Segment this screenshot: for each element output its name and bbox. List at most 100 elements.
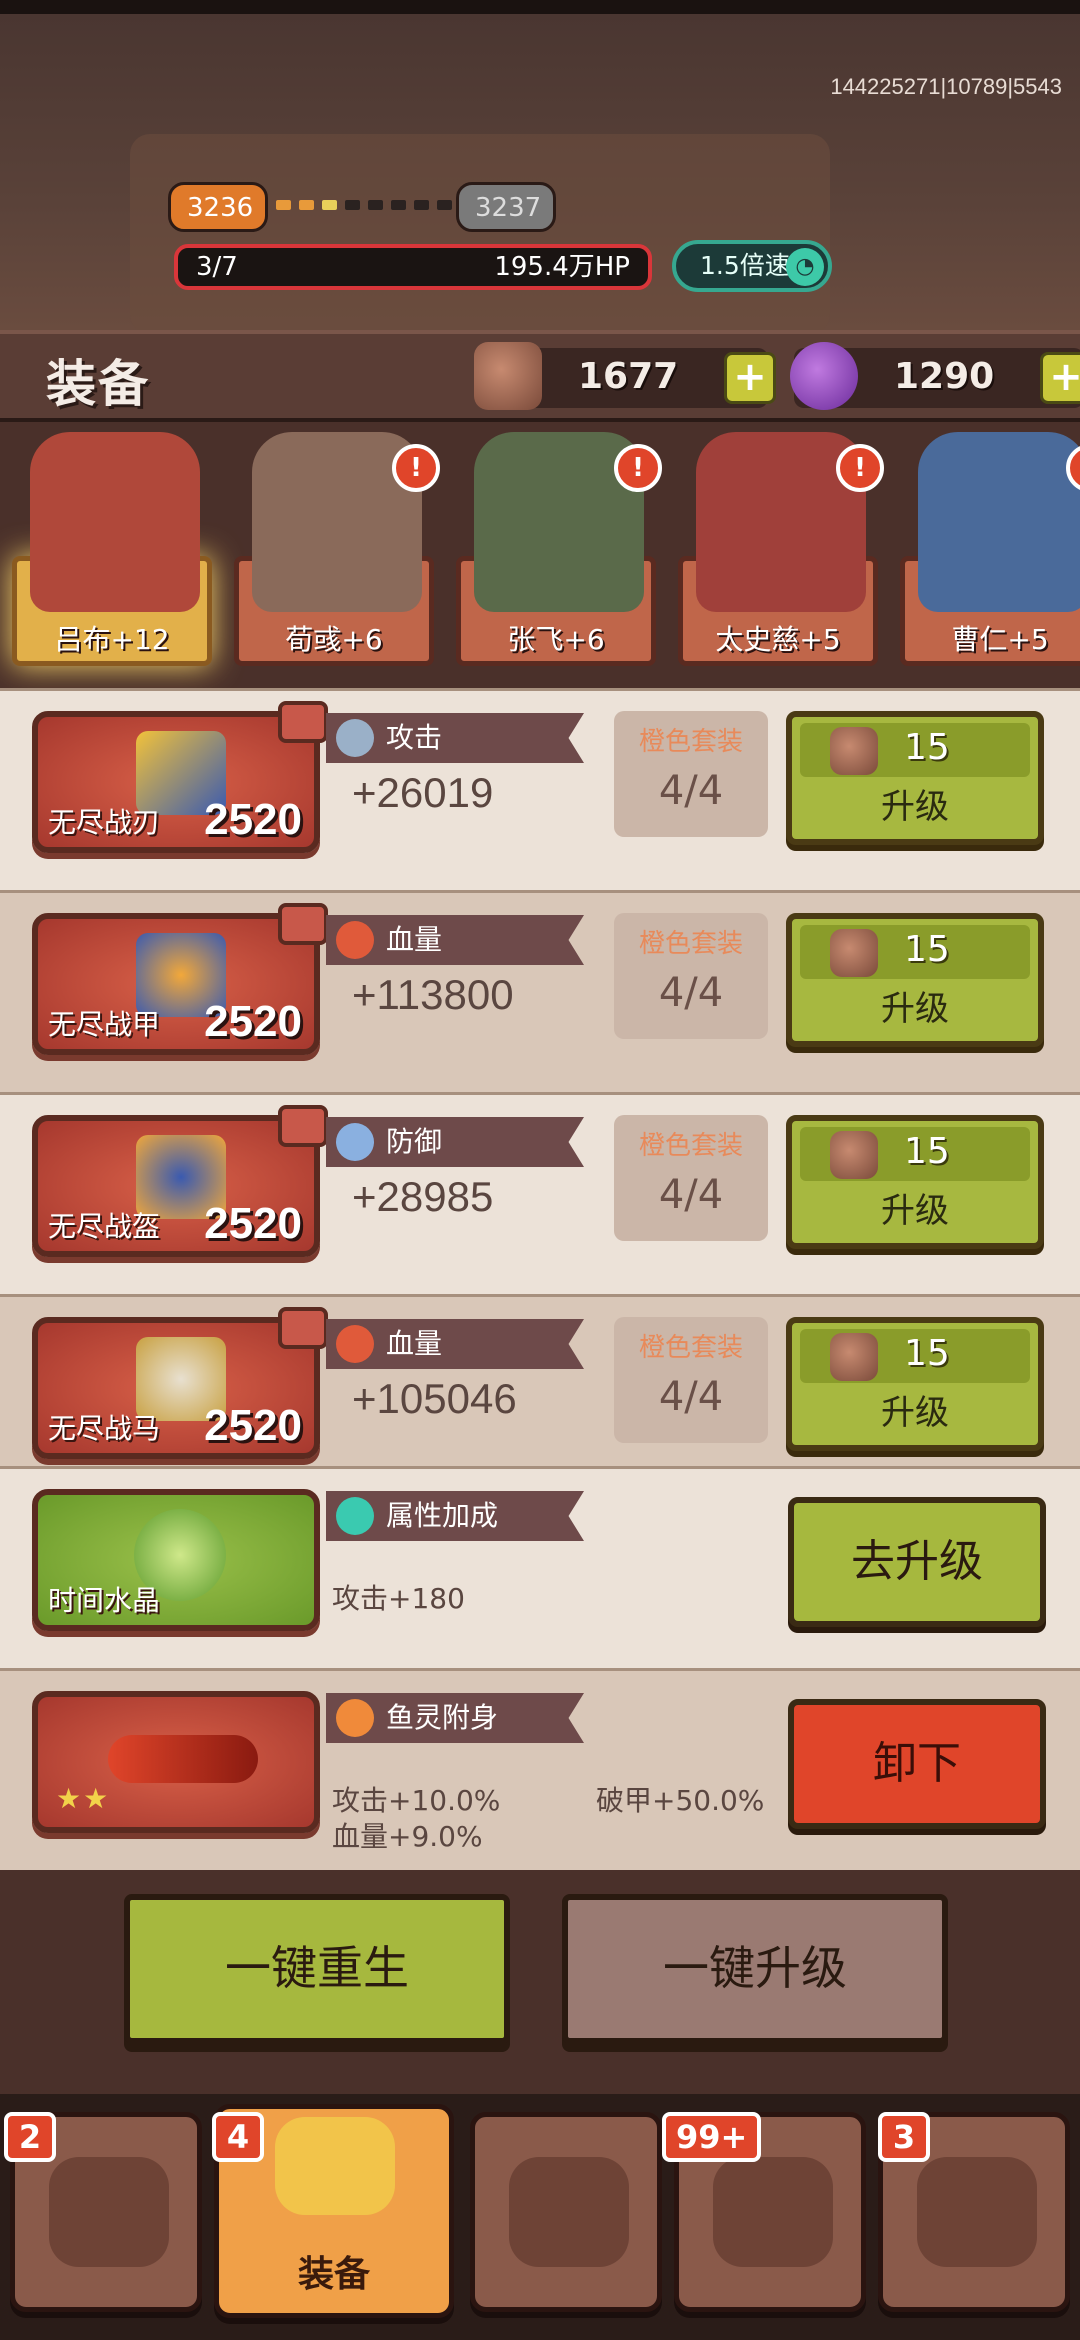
scene-backdrop	[130, 134, 830, 334]
upgrade-button[interactable]: 15 升级	[786, 1115, 1044, 1249]
fish-attack-bonus: 攻击+10.0%	[332, 1784, 501, 1817]
stat-label: 攻击	[386, 721, 443, 754]
chest-icon	[713, 2157, 833, 2267]
item-level: 2520	[204, 1199, 302, 1248]
debug-readout: 144225271|10789|5543	[830, 74, 1062, 99]
alert-icon: !	[392, 444, 440, 492]
item-name: 无尽战甲	[48, 1008, 161, 1041]
alert-icon: !	[836, 444, 884, 492]
crystal-card[interactable]: 时间水晶	[32, 1489, 320, 1631]
unequip-button[interactable]: 卸下	[788, 1699, 1046, 1829]
item-card[interactable]: 无尽战甲 2520	[32, 903, 328, 1055]
attack-icon	[336, 719, 374, 757]
add-gem-button[interactable]: +	[1040, 352, 1080, 404]
next-wave: 3237	[456, 182, 556, 232]
hero-portrait	[918, 432, 1080, 612]
speed-gauge-icon: ◔	[786, 248, 824, 286]
fish-spirit-icon	[336, 1699, 374, 1737]
rebirth-all-button[interactable]: 一键重生	[124, 1894, 510, 2044]
stone-icon	[830, 1131, 878, 1179]
tab-badge: 4	[212, 2112, 264, 2162]
hero-card-zhangfei[interactable]: 张飞+6 !	[456, 422, 662, 680]
hero-portrait	[30, 432, 200, 612]
gem-resource: 1290 +	[790, 342, 1080, 410]
upgrade-cost: 15	[904, 1131, 950, 1172]
set-info: 橙色套装 4/4	[614, 913, 768, 1039]
stone-resource: 1677 +	[474, 342, 776, 410]
stat-tag: 血量	[326, 915, 584, 965]
hp-drop-icon	[336, 1325, 374, 1363]
gem-count: 1290	[894, 356, 995, 397]
current-wave: 3236	[168, 182, 268, 232]
fish-pierce-bonus: 破甲+50.0%	[596, 1784, 765, 1817]
armor-icon	[275, 2117, 395, 2215]
hero-name: 荀彧+6	[285, 623, 383, 656]
hero-name: 曹仁+5	[951, 623, 1049, 656]
upgrade-cost: 15	[904, 929, 950, 970]
hero-name: 张飞+6	[507, 623, 605, 656]
speed-toggle[interactable]: 1.5倍速 ◔	[672, 240, 832, 292]
item-name: 无尽战盔	[48, 1210, 161, 1243]
item-card[interactable]: 无尽战盔 2520	[32, 1105, 328, 1257]
hero-card-lubu[interactable]: 吕布+12	[12, 422, 212, 680]
item-card[interactable]: 无尽战刃 2520	[32, 701, 328, 853]
tab-badge: 2	[4, 2112, 56, 2162]
set-label: 橙色套装	[638, 929, 743, 959]
item-level: 2520	[204, 795, 302, 844]
stat-tag: 鱼灵附身	[326, 1693, 584, 1743]
stat-tag: 防御	[326, 1117, 584, 1167]
alert-icon: !	[614, 444, 662, 492]
stat-tag: 攻击	[326, 713, 584, 763]
stone-icon	[830, 727, 878, 775]
tab-badge: 99+	[662, 2112, 762, 2162]
fish-row: ★★ 鱼灵附身 攻击+10.0% 血量+9.0% 破甲+50.0% 卸下	[0, 1668, 1080, 1870]
upgrade-label: 升级	[881, 989, 949, 1029]
page-title: 装备	[46, 355, 150, 413]
hero-card-caoren[interactable]: 曹仁+5 !	[900, 422, 1080, 680]
crystal-icon	[336, 1497, 374, 1535]
add-stone-button[interactable]: +	[724, 352, 776, 404]
hp-drop-icon	[336, 921, 374, 959]
armor-badge-icon	[278, 1307, 328, 1349]
upgrade-button[interactable]: 15 升级	[786, 711, 1044, 845]
wave-progress	[276, 200, 452, 212]
tab-badge: 3	[878, 2112, 930, 2162]
upgrade-button[interactable]: 15 升级	[786, 913, 1044, 1047]
set-info: 橙色套装 4/4	[614, 711, 768, 837]
stat-label: 鱼灵附身	[386, 1701, 499, 1734]
tab-forge[interactable]	[470, 2112, 662, 2312]
stat-value: +113800	[352, 971, 514, 1018]
armor-badge-icon	[278, 903, 328, 945]
set-count: 4/4	[658, 970, 724, 1016]
crystal-name: 时间水晶	[48, 1584, 161, 1617]
upgrade-all-button[interactable]: 一键升级	[562, 1894, 948, 2044]
set-count: 4/4	[658, 1172, 724, 1218]
item-card[interactable]: 无尽战马 2520	[32, 1307, 328, 1459]
stat-label: 防御	[386, 1125, 443, 1158]
item-level: 2520	[204, 997, 302, 1046]
hero-card-xunyu[interactable]: 荀彧+6 !	[234, 422, 440, 680]
fish-card[interactable]: ★★	[32, 1691, 320, 1833]
star-rating-icon: ★★	[56, 1782, 111, 1815]
item-level: 2520	[204, 1401, 302, 1450]
go-upgrade-button[interactable]: 去升级	[788, 1497, 1046, 1627]
crystal-row: 时间水晶 属性加成 攻击+180 去升级	[0, 1466, 1080, 1668]
stat-tag: 血量	[326, 1319, 584, 1369]
speed-label: 1.5倍速	[700, 251, 790, 280]
item-name: 无尽战马	[48, 1412, 161, 1445]
rock-icon	[49, 2157, 169, 2267]
hero-card-taishici[interactable]: 太史慈+5 !	[678, 422, 884, 680]
upgrade-label: 升级	[881, 1191, 949, 1231]
upgrade-label: 升级	[881, 1393, 949, 1433]
stat-value: +26019	[352, 769, 494, 816]
stat-label: 血量	[386, 923, 443, 956]
set-info: 橙色套装 4/4	[614, 1317, 768, 1443]
boss-hp-bar: 3/7 195.4万HP	[174, 244, 652, 290]
equipment-row-armor: 无尽战甲 2520 血量 +113800 橙色套装 4/4 15 升级	[0, 890, 1080, 1092]
upgrade-button[interactable]: 15 升级	[786, 1317, 1044, 1451]
stat-label: 血量	[386, 1327, 443, 1360]
upgrade-cost: 15	[904, 727, 950, 768]
anvil-icon	[509, 2157, 629, 2267]
gem-icon	[790, 342, 858, 410]
stone-icon	[474, 342, 542, 410]
